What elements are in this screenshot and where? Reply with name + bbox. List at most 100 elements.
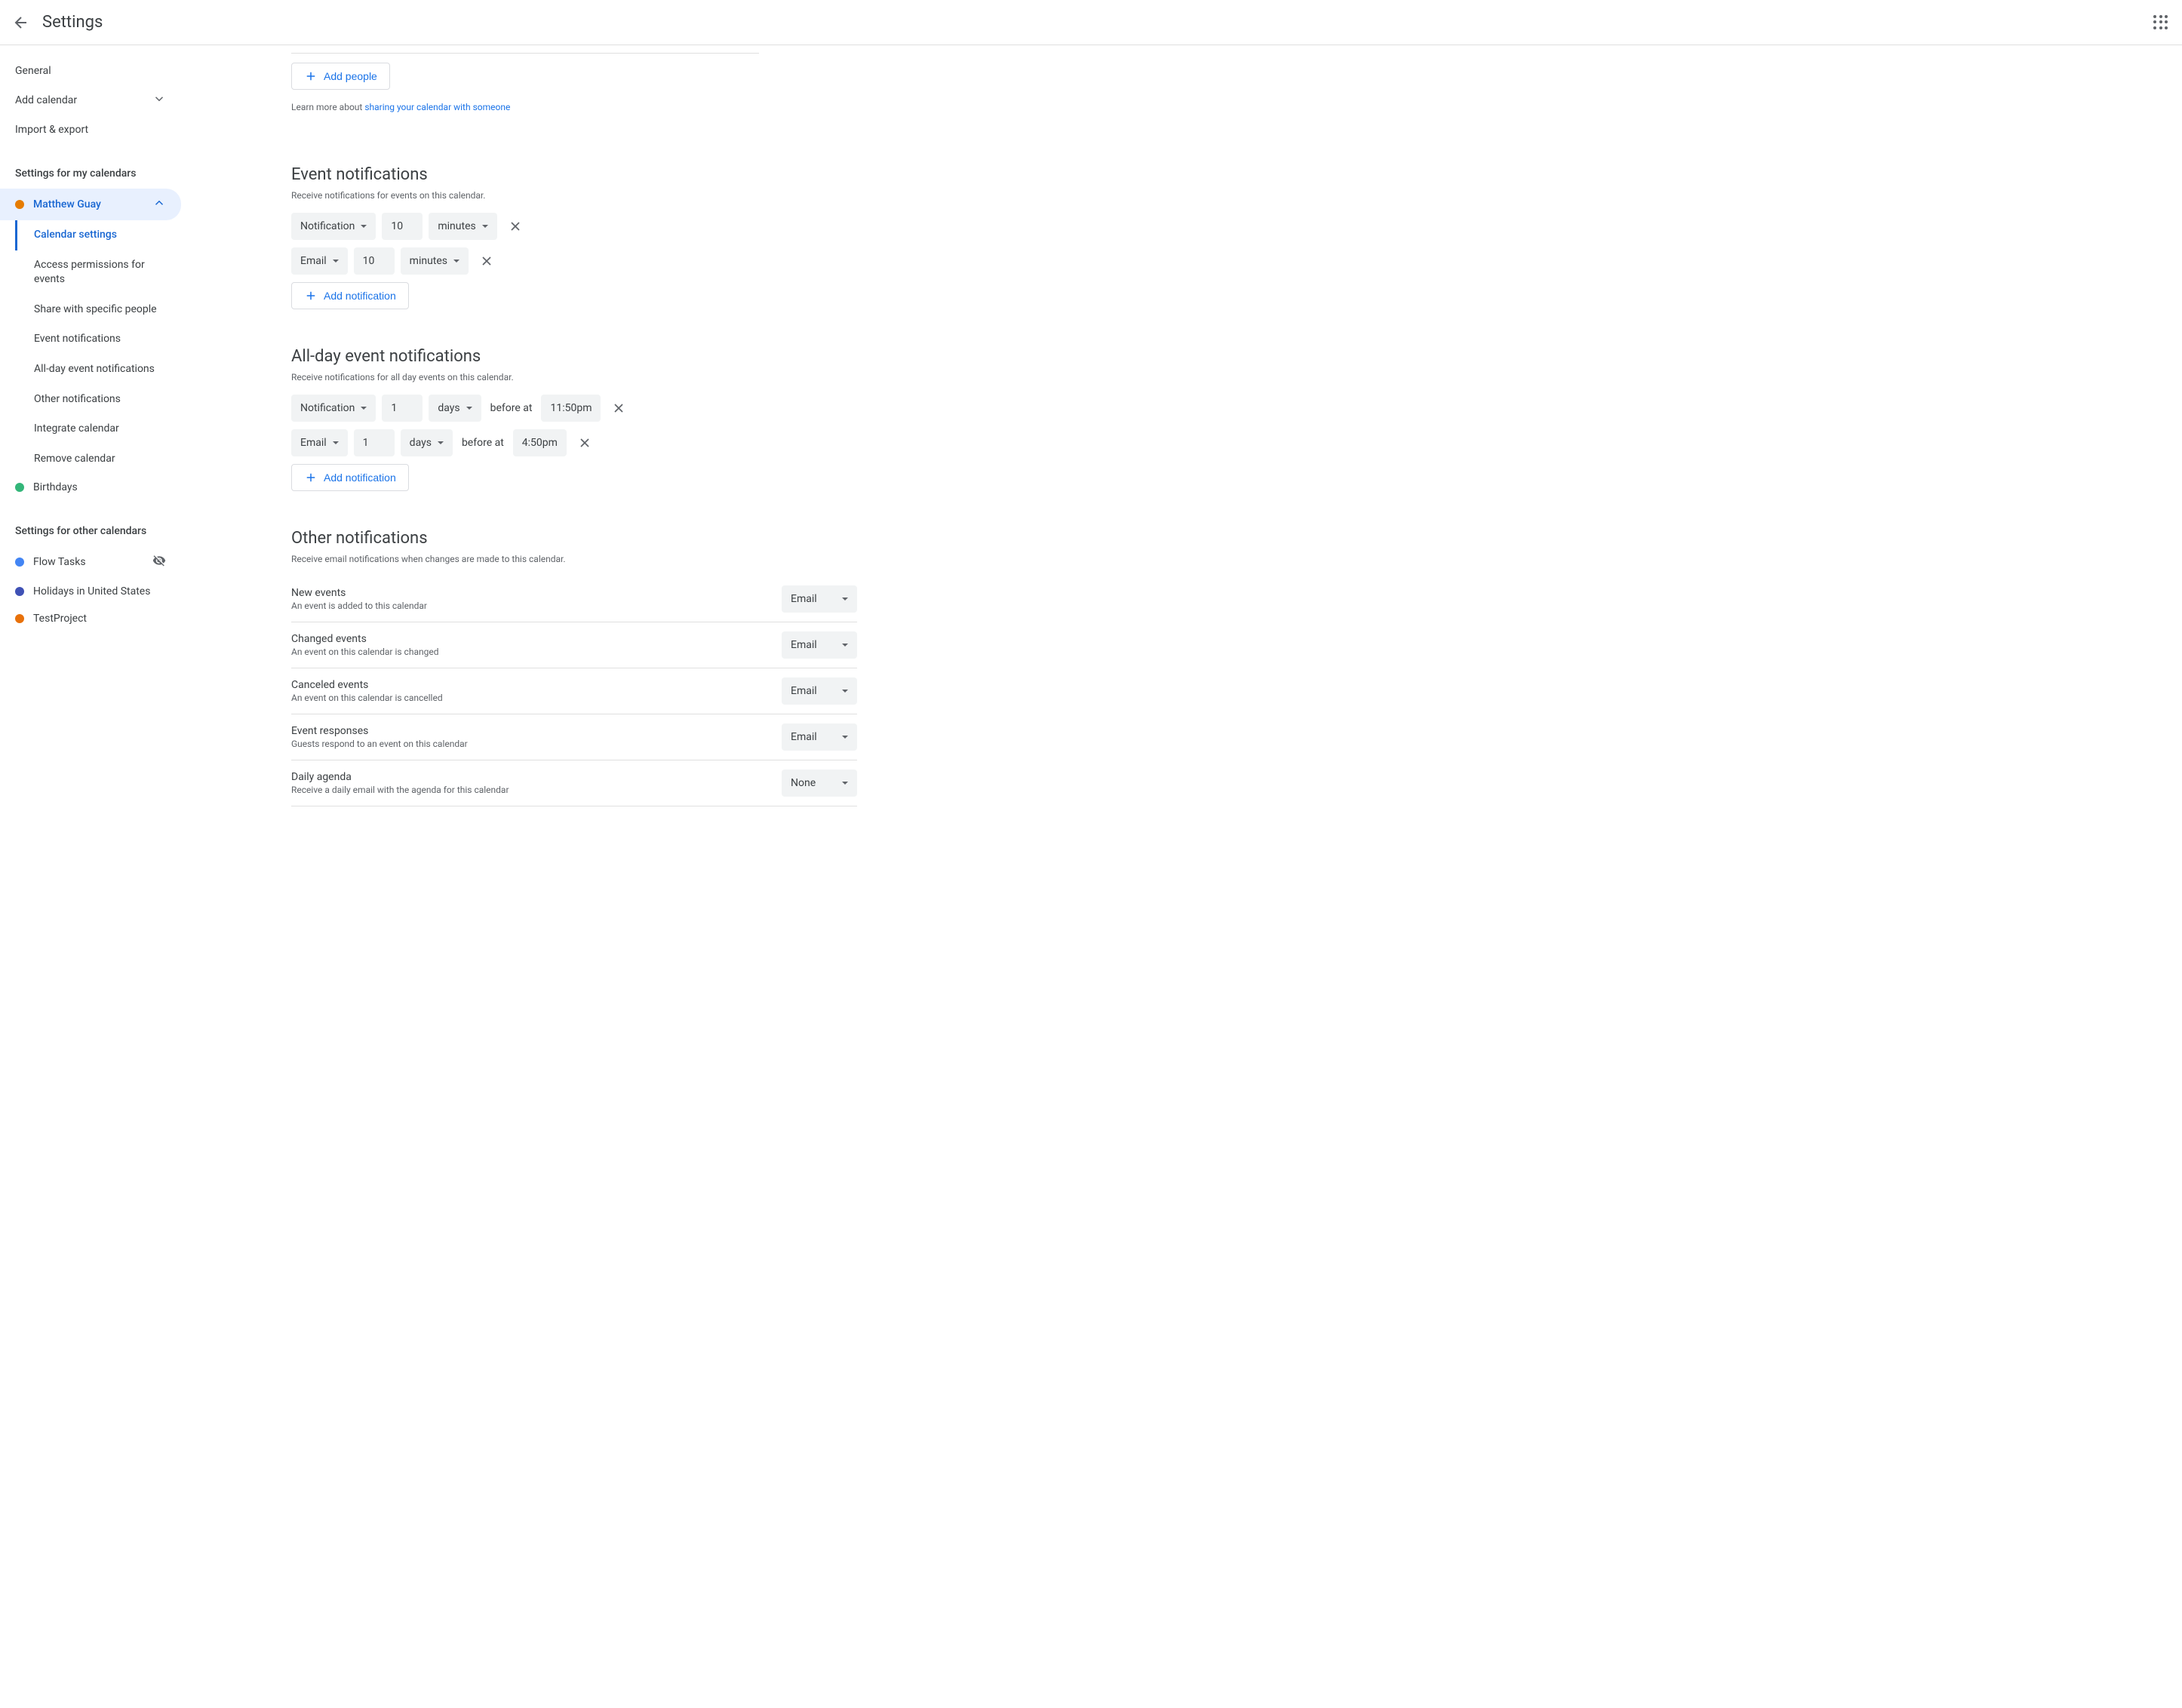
other-notification-select[interactable]: None <box>782 770 857 797</box>
calendar-color-dot <box>15 614 24 623</box>
notification-unit-select[interactable]: minutes <box>429 213 496 240</box>
notification-amount-input[interactable]: 1 <box>354 429 395 456</box>
calendar-name: Flow Tasks <box>33 556 86 568</box>
learn-more-link[interactable]: sharing your calendar with someone <box>364 102 510 112</box>
sidebar-header-my-calendars: Settings for my calendars <box>0 158 193 189</box>
other-notification-select[interactable]: Email <box>782 631 857 659</box>
notification-amount-input[interactable]: 1 <box>382 395 423 422</box>
sidebar-header-other-calendars: Settings for other calendars <box>0 516 193 546</box>
notification-type-select[interactable]: Notification <box>291 213 376 240</box>
learn-more-prefix: Learn more about <box>291 102 364 112</box>
dropdown-arrow-icon <box>453 260 459 263</box>
other-row-title: Canceled events <box>291 679 782 691</box>
select-value: Notification <box>300 402 355 414</box>
section-description: Receive notifications for events on this… <box>291 190 857 201</box>
subnav-integrate-calendar[interactable]: Integrate calendar <box>16 414 193 444</box>
sidebar-calendar-holidays[interactable]: Holidays in United States <box>0 578 181 605</box>
subnav-other-notifications[interactable]: Other notifications <box>16 385 193 415</box>
other-notification-select[interactable]: Email <box>782 585 857 613</box>
notification-type-select[interactable]: Email <box>291 247 348 275</box>
dropdown-arrow-icon <box>842 644 848 647</box>
subnav-remove-calendar[interactable]: Remove calendar <box>16 444 193 475</box>
dropdown-arrow-icon <box>333 441 339 444</box>
sidebar-calendar-flow-tasks[interactable]: Flow Tasks <box>0 546 181 578</box>
subnav-share-people[interactable]: Share with specific people <box>16 295 193 325</box>
dropdown-arrow-icon <box>466 407 472 410</box>
calendar-color-dot <box>15 200 24 209</box>
divider <box>291 53 759 54</box>
select-value: Email <box>791 593 817 605</box>
visibility-off-icon <box>152 554 166 570</box>
back-arrow-icon[interactable] <box>12 14 30 32</box>
other-notification-row: Daily agenda Receive a daily email with … <box>291 760 857 806</box>
section-allday-notifications: All-day event notifications Receive noti… <box>291 347 857 491</box>
plus-icon <box>304 289 318 303</box>
sidebar-item-import-export[interactable]: Import & export <box>0 116 181 143</box>
sidebar-item-label: Import & export <box>15 124 88 136</box>
plus-icon <box>304 471 318 484</box>
notification-unit-select[interactable]: days <box>401 429 453 456</box>
close-icon <box>577 435 592 450</box>
select-value: None <box>791 777 816 789</box>
subnav-calendar-settings[interactable]: Calendar settings <box>15 220 193 250</box>
add-notification-button[interactable]: Add notification <box>291 282 409 309</box>
remove-notification-button[interactable] <box>475 249 499 273</box>
topbar: Settings <box>0 0 2182 45</box>
sidebar-calendar-birthdays[interactable]: Birthdays <box>0 474 181 501</box>
calendar-color-dot <box>15 587 24 596</box>
notification-row: Notification 1 days before at 11:50pm <box>291 395 857 422</box>
select-value: Email <box>791 731 817 743</box>
notification-unit-select[interactable]: days <box>429 395 481 422</box>
notification-time-input[interactable]: 11:50pm <box>541 395 601 422</box>
section-title: Other notifications <box>291 529 857 548</box>
add-people-button[interactable]: Add people <box>291 63 390 90</box>
section-title: Event notifications <box>291 165 857 184</box>
calendar-name: Holidays in United States <box>33 585 150 597</box>
other-notification-select[interactable]: Email <box>782 677 857 705</box>
other-row-title: Event responses <box>291 725 782 737</box>
notification-type-select[interactable]: Email <box>291 429 348 456</box>
sidebar-item-general[interactable]: General <box>0 57 181 84</box>
other-row-desc: Receive a daily email with the agenda fo… <box>291 785 782 795</box>
sidebar: General Add calendar Import & export Set… <box>0 45 193 874</box>
other-notification-row: Event responses Guests respond to an eve… <box>291 714 857 760</box>
subnav-allday-notifications[interactable]: All-day event notifications <box>16 355 193 385</box>
sidebar-calendar-testproject[interactable]: TestProject <box>0 605 181 632</box>
select-value: days <box>438 402 459 414</box>
main-content: Add people Learn more about sharing your… <box>193 45 872 874</box>
close-icon <box>508 219 523 234</box>
remove-notification-button[interactable] <box>573 431 597 455</box>
add-notification-button[interactable]: Add notification <box>291 464 409 491</box>
notification-time-input[interactable]: 4:50pm <box>513 429 567 456</box>
select-value: Email <box>791 685 817 697</box>
sidebar-calendar-active[interactable]: Matthew Guay <box>0 189 181 220</box>
dropdown-arrow-icon <box>333 260 339 263</box>
select-value: Email <box>300 437 327 449</box>
dropdown-arrow-icon <box>361 407 367 410</box>
other-row-text: New events An event is added to this cal… <box>291 587 782 611</box>
subnav-access-permissions[interactable]: Access permissions for events <box>16 250 193 295</box>
notification-amount-input[interactable]: 10 <box>354 247 395 275</box>
sidebar-item-add-calendar[interactable]: Add calendar <box>0 84 181 116</box>
notification-unit-select[interactable]: minutes <box>401 247 469 275</box>
calendar-name: TestProject <box>33 613 87 625</box>
select-value: minutes <box>438 220 475 232</box>
remove-notification-button[interactable] <box>607 396 631 420</box>
calendar-color-dot <box>15 558 24 567</box>
button-label: Add notification <box>324 472 396 484</box>
subnav: Calendar settings Access permissions for… <box>15 220 193 474</box>
notification-amount-input[interactable]: 10 <box>382 213 423 240</box>
dropdown-arrow-icon <box>842 782 848 785</box>
notification-type-select[interactable]: Notification <box>291 395 376 422</box>
section-title: All-day event notifications <box>291 347 857 366</box>
other-notification-select[interactable]: Email <box>782 723 857 751</box>
plus-icon <box>304 69 318 83</box>
dropdown-arrow-icon <box>842 690 848 693</box>
select-value: Notification <box>300 220 355 232</box>
remove-notification-button[interactable] <box>503 214 527 238</box>
notification-row: Email 10 minutes <box>291 247 857 275</box>
apps-grid-icon[interactable] <box>2152 14 2170 32</box>
other-row-title: New events <box>291 587 782 599</box>
other-row-text: Daily agenda Receive a daily email with … <box>291 771 782 795</box>
subnav-event-notifications[interactable]: Event notifications <box>16 324 193 355</box>
